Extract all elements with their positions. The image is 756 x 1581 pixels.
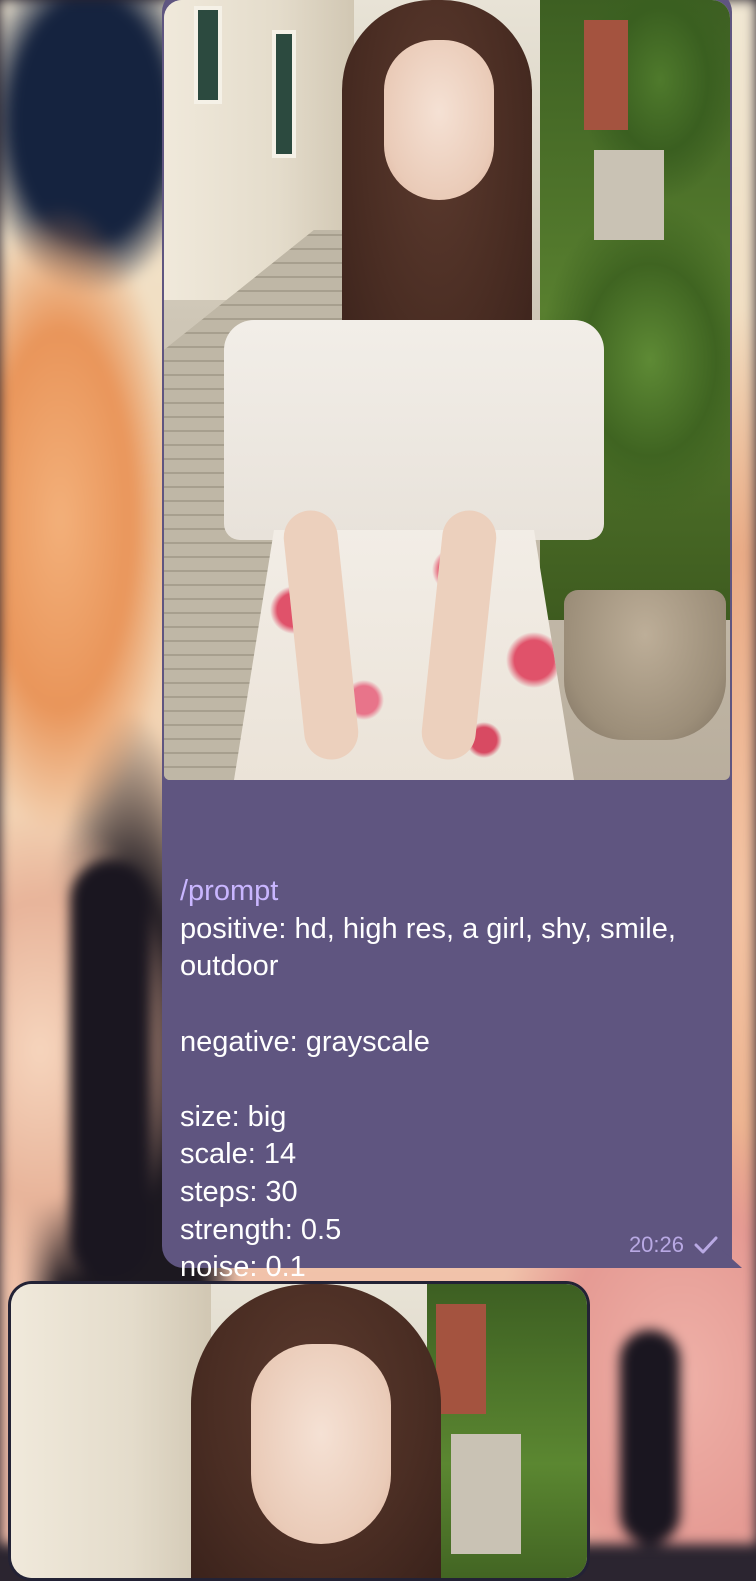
message-time: 20:26 — [628, 1232, 684, 1257]
message-text: positive: hd, high res, a girl, shy, smi… — [180, 912, 676, 1321]
message-caption: /prompt positive: hd, high res, a girl, s… — [164, 780, 730, 1362]
command-link[interactable]: /prompt — [180, 873, 714, 911]
incoming-message-bubble[interactable] — [8, 1281, 590, 1581]
outgoing-message-bubble[interactable]: /prompt positive: hd, high res, a girl, s… — [162, 0, 742, 1321]
message-photo[interactable] — [164, 0, 730, 780]
check-icon — [694, 1236, 718, 1254]
message-meta: 20:26 — [629, 1232, 718, 1258]
reply-photo[interactable] — [11, 1284, 587, 1578]
